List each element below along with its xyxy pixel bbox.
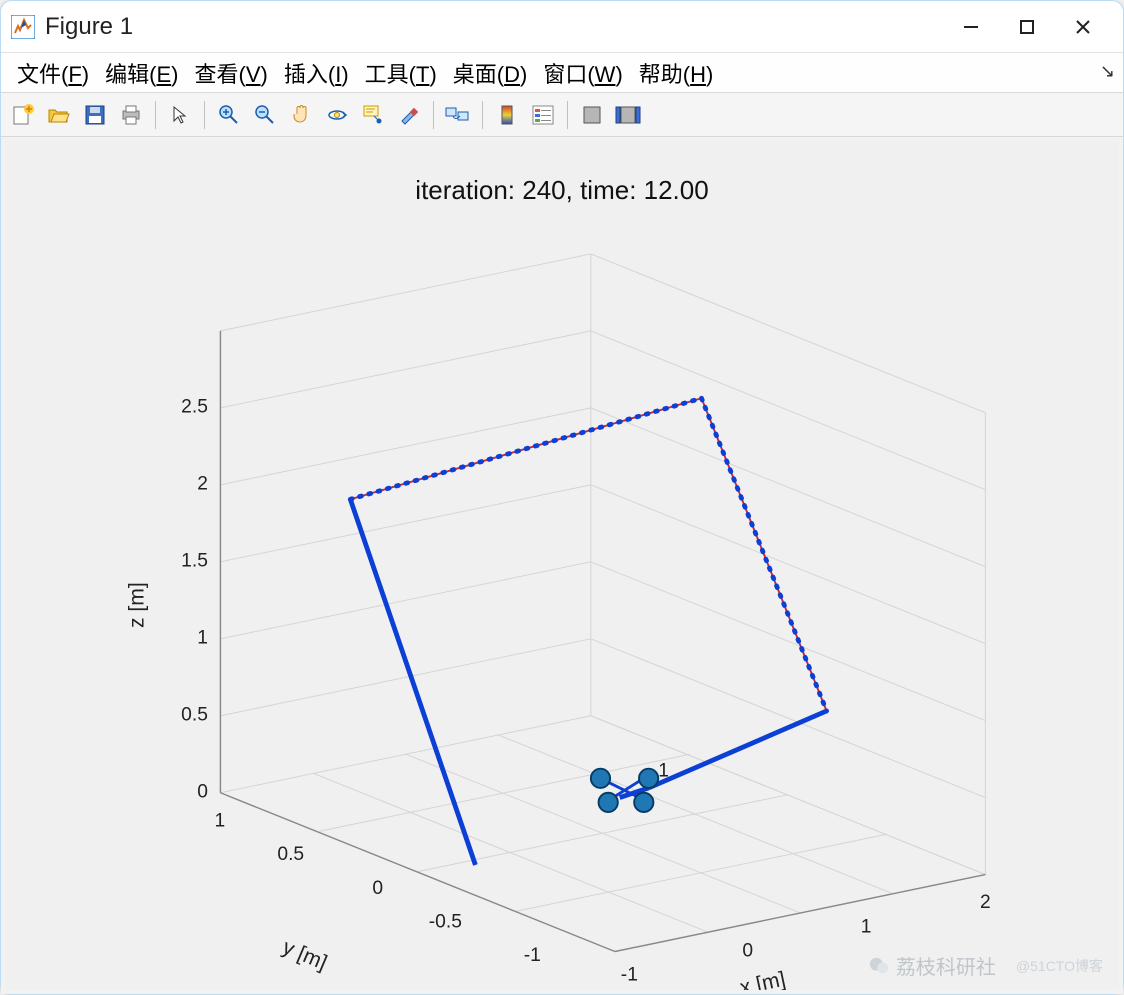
pointer-button[interactable] bbox=[164, 99, 196, 131]
reference-trajectory bbox=[350, 398, 826, 865]
z-tick-label: 0.5 bbox=[181, 705, 208, 726]
data-cursor-icon bbox=[361, 103, 385, 127]
print-button[interactable] bbox=[115, 99, 147, 131]
menu-insert[interactable]: 插入(I) bbox=[276, 55, 357, 91]
titlebar: Figure 1 bbox=[1, 1, 1123, 53]
zoom-out-icon bbox=[253, 103, 277, 127]
new-figure-icon bbox=[11, 103, 35, 127]
menu-file[interactable]: 文件(F) bbox=[9, 55, 97, 91]
figure-window: Figure 1 文件(F) 编辑(E) 查看(V) 插入(I) 工具(T) 桌… bbox=[0, 0, 1124, 995]
watermark-text: 荔枝科研社 bbox=[896, 951, 996, 980]
hide-plot-tools-button[interactable] bbox=[576, 99, 608, 131]
plot-area: iteration: 240, time: 12.00 bbox=[1, 137, 1123, 994]
z-axis-label: z [m] bbox=[125, 582, 148, 628]
menu-desktop[interactable]: 桌面(D) bbox=[445, 55, 536, 91]
toolbar bbox=[1, 93, 1123, 137]
minimize-icon bbox=[962, 18, 980, 36]
axes-3d[interactable]: iteration: 240, time: 12.00 bbox=[5, 141, 1119, 990]
link-plots-icon bbox=[445, 103, 471, 127]
y-ticks: 1 0.5 0 -0.5 -1 bbox=[215, 810, 541, 966]
toolbar-separator bbox=[433, 101, 434, 129]
save-icon bbox=[84, 104, 106, 126]
z-tick-label: 1 bbox=[197, 628, 208, 649]
pointer-icon bbox=[169, 104, 191, 126]
brush-icon bbox=[397, 103, 421, 127]
zoom-out-button[interactable] bbox=[249, 99, 281, 131]
open-file-button[interactable] bbox=[43, 99, 75, 131]
y-tick-label: 0 bbox=[372, 878, 383, 899]
menubar: 文件(F) 编辑(E) 查看(V) 插入(I) 工具(T) 桌面(D) 窗口(W… bbox=[1, 53, 1123, 93]
window-title: Figure 1 bbox=[45, 13, 133, 41]
menu-edit[interactable]: 编辑(E) bbox=[97, 55, 186, 91]
hide-plot-tools-icon bbox=[581, 104, 603, 126]
close-button[interactable] bbox=[1055, 1, 1111, 53]
menu-view[interactable]: 查看(V) bbox=[186, 55, 275, 91]
menu-window[interactable]: 窗口(W) bbox=[535, 55, 630, 91]
close-icon bbox=[1074, 18, 1092, 36]
y-tick-label: 0.5 bbox=[277, 844, 304, 865]
rotate3d-icon bbox=[325, 103, 349, 127]
toolbar-separator bbox=[482, 101, 483, 129]
link-plots-button[interactable] bbox=[442, 99, 474, 131]
z-tick-label: 2.5 bbox=[181, 397, 208, 418]
axes-box-edges bbox=[220, 331, 985, 952]
y-tick-label: -1 bbox=[524, 945, 541, 966]
rotate3d-button[interactable] bbox=[321, 99, 353, 131]
print-icon bbox=[119, 103, 143, 127]
x-tick-label: 0 bbox=[742, 940, 753, 961]
y-tick-label: 1 bbox=[215, 810, 226, 831]
data-cursor-button[interactable] bbox=[357, 99, 389, 131]
matlab-icon bbox=[11, 15, 35, 39]
z-tick-label: 1.5 bbox=[181, 551, 208, 572]
undock-arrow-icon[interactable]: ↘ bbox=[1100, 61, 1115, 82]
pose-label: 1 bbox=[658, 760, 669, 781]
menu-tools[interactable]: 工具(T) bbox=[357, 55, 445, 91]
z-ticks: 0 0.5 1 1.5 2 2.5 bbox=[181, 397, 208, 803]
insert-legend-button[interactable] bbox=[527, 99, 559, 131]
x-tick-label: 1 bbox=[861, 916, 872, 937]
axes-svg: 0 0.5 1 1.5 2 2.5 1 0.5 0 -0.5 -1 -1 bbox=[5, 201, 1119, 990]
wechat-icon bbox=[868, 955, 890, 977]
watermark-subtext: @51CTO博客 bbox=[1016, 956, 1103, 976]
y-axis-label: y [m] bbox=[279, 936, 330, 975]
pan-icon bbox=[289, 103, 313, 127]
legend-icon bbox=[531, 104, 555, 126]
brush-button[interactable] bbox=[393, 99, 425, 131]
toolbar-separator bbox=[567, 101, 568, 129]
colorbar-icon bbox=[496, 104, 518, 126]
zoom-in-button[interactable] bbox=[213, 99, 245, 131]
watermark: 荔枝科研社 @51CTO博客 bbox=[868, 951, 1103, 980]
new-figure-button[interactable] bbox=[7, 99, 39, 131]
maximize-icon bbox=[1019, 19, 1035, 35]
toolbar-separator bbox=[204, 101, 205, 129]
x-axis-label: x [m] bbox=[738, 968, 788, 990]
show-plot-tools-button[interactable] bbox=[612, 99, 644, 131]
z-tick-label: 0 bbox=[197, 782, 208, 803]
maximize-button[interactable] bbox=[999, 1, 1055, 53]
minimize-button[interactable] bbox=[943, 1, 999, 53]
actual-trajectory bbox=[350, 398, 826, 865]
save-file-button[interactable] bbox=[79, 99, 111, 131]
zoom-in-icon bbox=[217, 103, 241, 127]
open-file-icon bbox=[47, 103, 71, 127]
insert-colorbar-button[interactable] bbox=[491, 99, 523, 131]
x-tick-label: -1 bbox=[621, 964, 638, 985]
grid-box bbox=[220, 254, 985, 952]
show-plot-tools-icon bbox=[615, 104, 641, 126]
menu-help[interactable]: 帮助(H) bbox=[631, 55, 722, 91]
y-tick-label: -0.5 bbox=[429, 911, 462, 932]
z-tick-label: 2 bbox=[197, 474, 208, 495]
pan-button[interactable] bbox=[285, 99, 317, 131]
x-tick-label: 2 bbox=[980, 892, 991, 913]
toolbar-separator bbox=[155, 101, 156, 129]
